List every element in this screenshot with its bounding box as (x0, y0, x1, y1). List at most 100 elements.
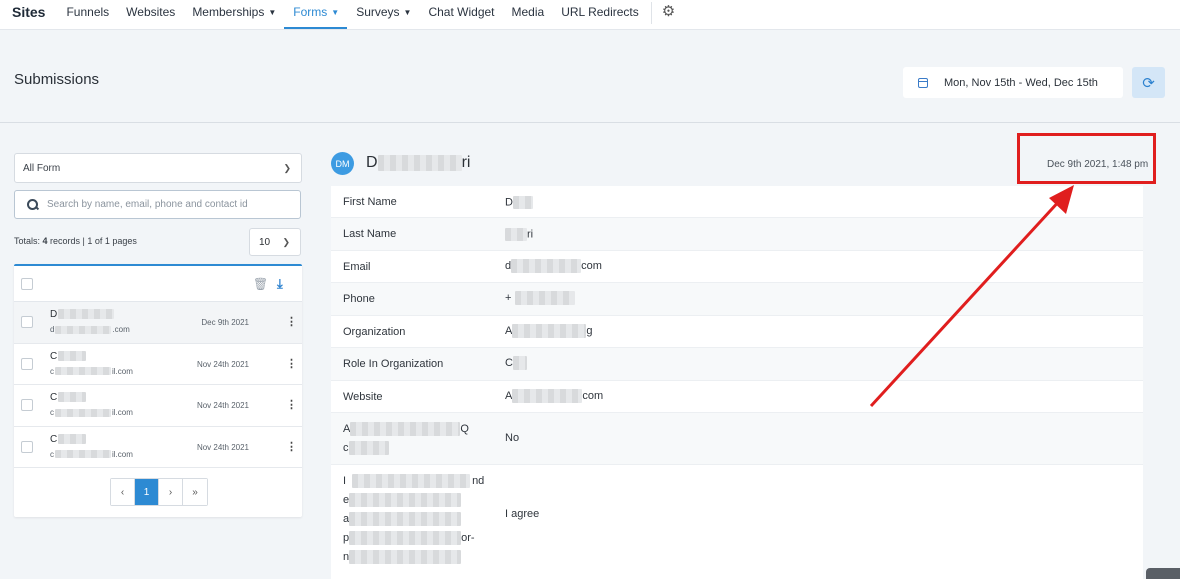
email-text: il.com (112, 366, 133, 376)
header-band: Submissions Mon, Nov 15th - Wed, Dec 15t… (0, 31, 1180, 123)
avatar: DM (331, 152, 354, 175)
value-text: D (505, 196, 513, 209)
select-all-checkbox[interactable] (21, 278, 33, 290)
field-label: Role In Organization (343, 358, 444, 370)
redacted-block (348, 441, 389, 455)
field-value: No (505, 432, 520, 444)
field-value: Ag (505, 324, 592, 338)
redacted-block (515, 291, 576, 305)
table-row: AQ c No (331, 413, 1143, 465)
nav-item-chat-widget[interactable]: Chat Widget (419, 0, 502, 28)
name-text: D (50, 309, 58, 320)
value-text: com (582, 389, 604, 402)
redacted-block (58, 309, 115, 320)
submission-date: Nov 24th 2021 (196, 359, 249, 369)
email-text: c (50, 408, 54, 417)
name-text: C (50, 392, 58, 403)
more-icon[interactable]: ⋮ (286, 315, 297, 328)
redacted-block (505, 228, 527, 241)
prev-page-button[interactable]: ‹ (111, 479, 135, 505)
label-text: Q (460, 422, 469, 435)
email-text: il.com (112, 449, 133, 459)
redacted-block (350, 422, 461, 436)
submission-name: C (50, 392, 87, 403)
redacted-block (58, 392, 87, 403)
search-input[interactable] (47, 199, 300, 210)
field-label: Organization (343, 326, 406, 338)
per-page-select[interactable]: 10 ❯ (249, 228, 301, 256)
redacted-block (58, 433, 87, 444)
row-checkbox[interactable] (21, 316, 33, 328)
field-label: Last Name (343, 228, 397, 240)
top-nav: Sites Funnels Websites Memberships ▼ Form… (0, 0, 1180, 30)
page-title: Submissions (14, 71, 100, 88)
nav-item-memberships[interactable]: Memberships ▼ (183, 0, 284, 28)
date-range-picker[interactable]: Mon, Nov 15th - Wed, Dec 15th (903, 67, 1123, 98)
submission-email: c il.com (50, 450, 133, 459)
more-icon[interactable]: ⋮ (286, 398, 297, 411)
submission-email: d .com (50, 325, 130, 334)
row-checkbox[interactable] (21, 440, 33, 453)
nav-item-label: Chat Widget (428, 5, 495, 19)
field-label: Email (343, 261, 371, 273)
field-label: Website (343, 391, 383, 403)
gear-icon[interactable]: ⚙ (662, 2, 675, 20)
nav-item-url-redirects[interactable]: URL Redirects (552, 0, 647, 28)
page-button[interactable]: 1 (135, 479, 159, 505)
nav-item-funnels[interactable]: Funnels (57, 0, 117, 28)
list-item[interactable]: C c il.com Nov 24th 2021 ⋮ (14, 344, 302, 385)
field-label: First Name (343, 196, 397, 208)
nav-title: Sites (12, 4, 46, 20)
submission-date: Nov 24th 2021 (196, 401, 249, 410)
label-text: I (343, 474, 347, 487)
nav-item-label: Media (511, 5, 545, 19)
search-icon (27, 198, 39, 211)
form-select[interactable]: All Form ❯ (14, 153, 302, 183)
search-box[interactable] (14, 190, 301, 219)
redacted-block (512, 324, 587, 338)
scroll-tab[interactable] (1146, 568, 1180, 579)
download-icon[interactable]: ⤓ (277, 276, 283, 292)
redacted-block (349, 550, 462, 564)
table-row: Ind e a p or- n I agree (331, 465, 1143, 577)
nav-item-label: Websites (126, 5, 176, 19)
field-value: d com (505, 259, 602, 273)
nav-item-label: Memberships (192, 5, 265, 19)
more-icon[interactable]: ⋮ (286, 357, 297, 370)
form-select-value: All Form (23, 162, 61, 174)
nav-item-label: Forms (293, 5, 328, 19)
chevron-down-icon: ❯ (283, 162, 291, 173)
field-value: ri (505, 228, 533, 241)
field-value: D (505, 196, 533, 209)
row-checkbox[interactable] (21, 399, 33, 411)
nav-items: Funnels Websites Memberships ▼ Forms ▼ Sur… (57, 0, 646, 30)
field-value: C (505, 356, 527, 370)
next-page-button[interactable]: › (159, 479, 183, 505)
chevron-down-icon: ▼ (403, 8, 412, 17)
trash-icon[interactable]: 🗑 (253, 277, 268, 291)
redacted-block (55, 450, 111, 459)
refresh-button[interactable]: ⟳ (1132, 67, 1165, 98)
list-item[interactable]: C c il.com Nov 24th 2021 ⋮ (14, 385, 302, 427)
nav-item-forms[interactable]: Forms ▼ (284, 0, 348, 29)
nav-item-media[interactable]: Media (503, 0, 553, 28)
list-item[interactable]: C c il.com Nov 24th 2021 ⋮ (14, 427, 302, 468)
value-text: C (505, 356, 513, 369)
submission-name: D (50, 309, 115, 320)
per-page-value: 10 (259, 236, 271, 248)
redacted-block (512, 356, 527, 370)
row-checkbox[interactable] (21, 357, 33, 370)
last-page-button[interactable]: » (183, 479, 207, 505)
field-label: e (343, 493, 462, 507)
nav-item-surveys[interactable]: Surveys ▼ (347, 0, 419, 28)
nav-item-websites[interactable]: Websites (117, 0, 183, 28)
highlight-box (1017, 133, 1156, 184)
chevron-down-icon: ❯ (282, 236, 290, 247)
submission-date: Dec 9th 2021 (201, 318, 249, 327)
pagination: ‹ 1 › » (110, 478, 208, 506)
field-label: p or- (343, 531, 475, 545)
field-value: I agree (505, 508, 540, 520)
more-icon[interactable]: ⋮ (286, 440, 297, 453)
list-item[interactable]: D d .com Dec 9th 2021 ⋮ (14, 302, 302, 344)
chevron-down-icon: ▼ (331, 8, 340, 17)
